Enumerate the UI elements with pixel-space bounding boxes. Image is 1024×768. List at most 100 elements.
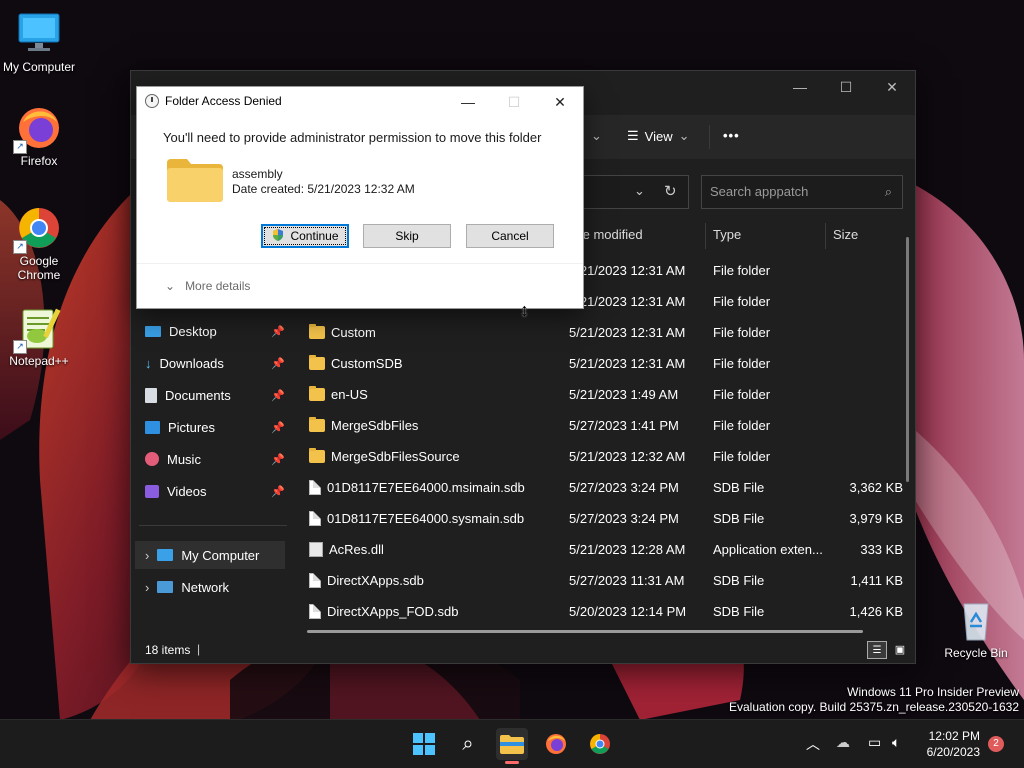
file-row[interactable]: AcRes.dll 5/21/2023 12:28 AM Application e… (303, 534, 903, 565)
nav-divider (139, 525, 287, 526)
taskbar-clock[interactable]: 12:02 PM 6/20/2023 (927, 728, 980, 760)
chrome-taskbar-button[interactable] (584, 728, 616, 760)
view-button[interactable]: ☰ View ⌄ (627, 128, 690, 144)
address-bar[interactable]: ⌄ ↻ (579, 175, 689, 209)
desktop-icon-notepadpp[interactable]: ↗ Notepad++ (0, 304, 78, 368)
column-header-size[interactable]: Size (833, 227, 858, 242)
file-date: 5/27/2023 3:24 PM (569, 480, 679, 495)
notification-badge[interactable]: 2 (988, 736, 1004, 752)
address-history-chevron-icon[interactable]: ⌄ (634, 183, 645, 199)
pin-icon[interactable]: 📌 (271, 421, 285, 434)
file-row[interactable]: en-US 5/21/2023 1:49 AM File folder (303, 379, 903, 410)
start-button[interactable] (408, 728, 440, 760)
file-date: 5/21/2023 12:31 AM (569, 325, 686, 340)
file-type: Application exten... (713, 542, 823, 557)
nav-item-desktop[interactable]: Desktop 📌 (145, 317, 285, 345)
dialog-window-controls: — ☐ ✕ (445, 87, 583, 117)
toolbar-divider (709, 125, 710, 149)
nav-item-documents[interactable]: Documents 📌 (145, 381, 285, 409)
window-controls: — ☐ ✕ (777, 71, 915, 103)
file-name-cell: DirectXApps.sdb (309, 573, 424, 588)
clock-time: 12:02 PM (928, 729, 980, 743)
maximize-button[interactable]: ☐ (823, 71, 869, 103)
minimize-button[interactable]: — (777, 71, 823, 103)
file-explorer-taskbar-button[interactable] (496, 728, 528, 764)
details-view-icon[interactable]: ☰ (867, 641, 887, 659)
shortcut-arrow-icon: ↗ (13, 340, 27, 354)
refresh-icon[interactable]: ↻ (664, 182, 677, 200)
firefox-taskbar-button[interactable] (540, 728, 572, 760)
file-row[interactable]: CustomSDB 5/21/2023 12:31 AM File folder (303, 348, 903, 379)
nav-item-label: Pictures (168, 419, 215, 435)
expand-chevron-icon[interactable]: › (145, 580, 149, 595)
large-icons-view-icon[interactable]: ▣ (891, 641, 909, 657)
more-details-toggle[interactable]: ⌄ More details (165, 279, 250, 293)
skip-button[interactable]: Skip (363, 224, 451, 248)
search-button[interactable]: ⌕ (452, 728, 484, 760)
nav-item-network[interactable]: › Network (145, 573, 285, 601)
watermark-line-1: Windows 11 Pro Insider Preview (847, 685, 1019, 699)
file-type: File folder (713, 294, 771, 309)
file-size: 3,979 KB (849, 511, 904, 526)
file-date: 5/21/2023 1:49 AM (569, 387, 679, 402)
nav-item-my-computer[interactable]: › My Computer (135, 541, 285, 569)
expand-chevron-icon[interactable]: › (145, 548, 149, 563)
file-name-cell: en-US (309, 386, 368, 402)
search-input[interactable]: Search apppatch ⌕ (701, 175, 903, 209)
close-button[interactable]: ✕ (869, 71, 915, 103)
nav-item-videos[interactable]: Videos 📌 (145, 477, 285, 505)
pin-icon[interactable]: 📌 (271, 357, 285, 370)
pin-icon[interactable]: 📌 (271, 325, 285, 338)
more-options-button[interactable]: ••• (723, 128, 740, 143)
folder-name: assembly (232, 167, 283, 181)
file-row[interactable]: MergeSdbFiles 5/27/2023 1:41 PM File folde… (303, 410, 903, 441)
nav-item-downloads[interactable]: ↓ Downloads 📌 (145, 349, 285, 377)
pin-icon[interactable]: 📌 (271, 389, 285, 402)
nav-item-label: Desktop (169, 323, 217, 339)
network-status-icon[interactable]: ▭ (868, 734, 881, 751)
folder-icon (167, 157, 223, 202)
file-icon (309, 480, 321, 495)
chrome-icon (590, 734, 610, 754)
file-name-cell: Custom (309, 324, 376, 340)
pin-icon[interactable]: 📌 (271, 453, 285, 466)
onedrive-icon[interactable]: ☁ (836, 734, 850, 751)
file-date: 5/27/2023 1:41 PM (569, 418, 679, 433)
download-icon: ↓ (145, 355, 152, 371)
more-details-label: More details (185, 279, 251, 293)
desktop-icon-my-computer[interactable]: My Computer (0, 10, 78, 74)
column-divider (705, 223, 706, 249)
nav-item-pictures[interactable]: Pictures 📌 (145, 413, 285, 441)
search-placeholder: Search apppatch (710, 184, 809, 199)
vertical-scrollbar[interactable] (906, 237, 909, 482)
file-name-cell: CustomSDB (309, 355, 403, 371)
desktop-icon-firefox[interactable]: ↗ Firefox (0, 104, 78, 168)
nav-item-label: Downloads (159, 355, 224, 371)
file-row[interactable]: Custom 5/21/2023 12:31 AM File folder (303, 317, 903, 348)
dialog-close-button[interactable]: ✕ (537, 87, 583, 117)
column-header-type[interactable]: Type (713, 227, 741, 242)
file-row[interactable]: 01D8117E7EE64000.msimain.sdb 5/27/2023 3:… (303, 472, 903, 503)
file-type: File folder (713, 387, 771, 402)
volume-icon[interactable]: 🔈︎ (892, 734, 900, 751)
file-row[interactable]: MergeSdbFilesSource 5/21/2023 12:32 AM Fil… (303, 441, 903, 472)
pin-icon[interactable]: 📌 (271, 485, 285, 498)
file-row[interactable]: DirectXApps_FOD.sdb 5/20/2023 12:14 PM SDB… (303, 596, 903, 627)
desktop-icon-chrome[interactable]: ↗ Google Chrome (0, 204, 78, 282)
cancel-button[interactable]: Cancel (466, 224, 554, 248)
file-name: 01D8117E7EE64000.msimain.sdb (327, 480, 525, 495)
clock-date: 6/20/2023 (926, 745, 980, 759)
file-row[interactable]: DirectXApps.sdb 5/27/2023 11:31 AM SDB Fil… (303, 565, 903, 596)
show-hidden-icons-chevron-icon[interactable]: ︿ (806, 734, 820, 754)
file-row[interactable]: 01D8117E7EE64000.sysmain.sdb 5/27/2023 3:… (303, 503, 903, 534)
sort-dropdown-chevron-icon[interactable]: ⌄ (591, 128, 602, 144)
pictures-icon (145, 420, 160, 434)
file-type: File folder (713, 418, 771, 433)
dialog-minimize-button[interactable]: — (445, 87, 491, 117)
horizontal-scrollbar[interactable] (307, 630, 863, 633)
column-header-date[interactable]: te modified (579, 227, 643, 242)
nav-item-music[interactable]: Music 📌 (145, 445, 285, 473)
continue-button[interactable]: Continue (261, 224, 349, 248)
desktop-icon-recycle-bin[interactable]: Recycle Bin (936, 596, 1016, 660)
folder-icon (309, 386, 325, 401)
